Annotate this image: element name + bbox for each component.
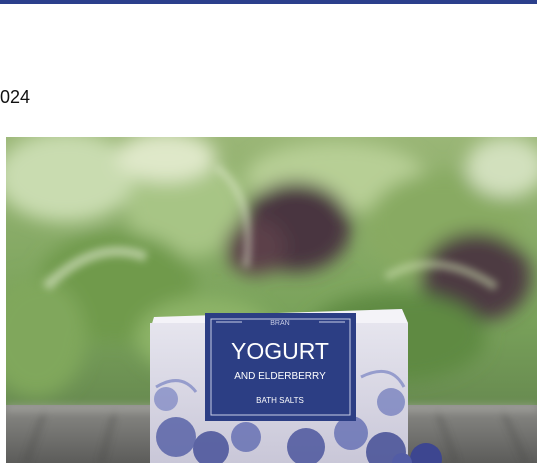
product-photo: BRAN YOGURT AND ELDERBERRY BATH SALTS xyxy=(6,137,537,463)
product-name: YOGURT xyxy=(231,338,329,364)
brand-label: BRAN xyxy=(270,320,289,327)
header-accent-bar xyxy=(0,0,537,4)
article-date: 024 xyxy=(0,87,31,107)
product-subname: AND ELDERBERRY xyxy=(234,371,326,382)
product-box: BRAN YOGURT AND ELDERBERRY BATH SALTS xyxy=(150,309,442,463)
product-type: BATH SALTS xyxy=(256,396,304,405)
